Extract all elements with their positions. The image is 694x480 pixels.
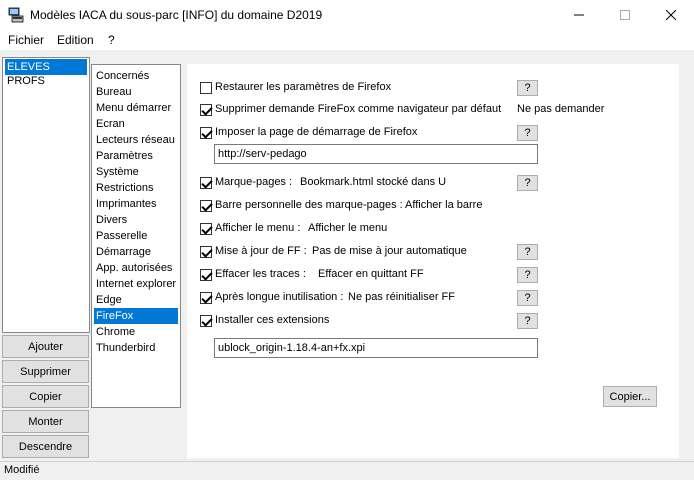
help-button[interactable]: ?	[517, 125, 538, 141]
minimize-button[interactable]	[556, 0, 602, 30]
show-menu-value: Afficher le menu	[308, 222, 388, 234]
maximize-button[interactable]	[602, 0, 648, 30]
extensions-input[interactable]	[214, 338, 538, 358]
default-browser-checkbox[interactable]	[200, 104, 212, 116]
update-label: Mise à jour de FF :	[215, 245, 307, 257]
homepage-input[interactable]	[214, 144, 538, 164]
close-icon	[666, 10, 676, 20]
category-item[interactable]: Système	[94, 164, 141, 180]
category-item[interactable]: Imprimantes	[94, 196, 159, 212]
install-extensions-checkbox[interactable]	[200, 315, 212, 327]
category-item[interactable]: Ecran	[94, 116, 127, 132]
update-checkbox[interactable]	[200, 246, 212, 258]
help-button[interactable]: ?	[517, 267, 538, 283]
category-item[interactable]: Démarrage	[94, 244, 153, 260]
category-item[interactable]: Paramètres	[94, 148, 155, 164]
homepage-checkbox[interactable]	[200, 127, 212, 139]
groups-list[interactable]: ELEVES PROFS	[2, 57, 90, 333]
default-browser-label: Supprimer demande FireFox comme navigate…	[215, 103, 502, 115]
group-item-profs[interactable]: PROFS	[5, 73, 47, 89]
long-inactivity-checkbox[interactable]	[200, 292, 212, 304]
category-item[interactable]: Bureau	[94, 84, 133, 100]
show-menu-checkbox[interactable]	[200, 223, 212, 235]
move-down-button[interactable]: Descendre	[2, 435, 89, 458]
bookmarks-label: Marque-pages :	[215, 176, 293, 188]
delete-button[interactable]: Supprimer	[2, 360, 89, 383]
category-item[interactable]: Passerelle	[94, 228, 149, 244]
bookmarks-toolbar-value: Afficher la barre	[405, 199, 483, 211]
status-text: Modifié	[4, 464, 40, 476]
category-item[interactable]: Restrictions	[94, 180, 155, 196]
category-item[interactable]: Chrome	[94, 324, 137, 340]
menu-edition[interactable]: Edition	[57, 33, 94, 47]
bookmarks-checkbox[interactable]	[200, 177, 212, 189]
menu-help[interactable]: ?	[108, 33, 115, 47]
category-item[interactable]: App. autorisées	[94, 260, 174, 276]
restore-firefox-label: Restaurer les paramètres de Firefox	[215, 81, 392, 93]
bookmarks-toolbar-label: Barre personnelle des marque-pages :	[215, 199, 403, 211]
help-button[interactable]: ?	[517, 244, 538, 260]
bookmarks-toolbar-checkbox[interactable]	[200, 200, 212, 212]
long-inactivity-value: Ne pas réinitialiser FF	[348, 291, 455, 303]
clear-traces-label: Effacer les traces :	[215, 268, 306, 280]
category-item[interactable]: Lecteurs réseau	[94, 132, 177, 148]
maximize-icon	[620, 10, 630, 20]
menu-bar: Fichier Edition ?	[0, 30, 694, 51]
category-item[interactable]: Divers	[94, 212, 129, 228]
category-item[interactable]: Internet explorer	[94, 276, 178, 292]
clear-traces-checkbox[interactable]	[200, 269, 212, 281]
bookmarks-value: Bookmark.html stocké dans U	[300, 176, 447, 188]
firefox-options-panel: Restaurer les paramètres de Firefox ? Su…	[187, 64, 679, 458]
status-bar: Modifié	[0, 461, 694, 480]
help-button[interactable]: ?	[517, 313, 538, 329]
category-item[interactable]: Edge	[94, 292, 124, 308]
categories-list[interactable]: Concernés Bureau Menu démarrer Ecran Lec…	[91, 64, 181, 408]
homepage-label: Imposer la page de démarrage de Firefox	[215, 126, 418, 138]
help-button[interactable]: ?	[517, 80, 538, 96]
category-item[interactable]: Thunderbird	[94, 340, 157, 356]
title-bar: Modèles IACA du sous-parc [INFO] du doma…	[0, 0, 694, 30]
close-button[interactable]	[648, 0, 694, 30]
category-item[interactable]: Menu démarrer	[94, 100, 173, 116]
move-up-button[interactable]: Monter	[2, 410, 89, 433]
menu-fichier[interactable]: Fichier	[8, 33, 44, 47]
help-button[interactable]: ?	[517, 290, 538, 306]
restore-firefox-checkbox[interactable]	[200, 82, 212, 94]
app-icon	[8, 7, 24, 23]
category-item[interactable]: Concernés	[94, 68, 151, 84]
minimize-icon	[574, 14, 584, 16]
clear-traces-value: Effacer en quittant FF	[318, 268, 424, 280]
copy-settings-button[interactable]: Copier...	[603, 386, 657, 407]
long-inactivity-label: Après longue inutilisation :	[215, 291, 344, 303]
category-item-firefox[interactable]: FireFox	[94, 308, 178, 324]
help-button[interactable]: ?	[517, 175, 538, 191]
copy-button[interactable]: Copier	[2, 385, 89, 408]
update-value: Pas de mise à jour automatique	[312, 245, 467, 257]
window-title: Modèles IACA du sous-parc [INFO] du doma…	[30, 8, 323, 22]
show-menu-label: Afficher le menu :	[215, 222, 301, 234]
install-extensions-label: Installer ces extensions	[215, 314, 330, 326]
add-button[interactable]: Ajouter	[2, 335, 89, 358]
default-browser-value: Ne pas demander	[517, 103, 605, 115]
